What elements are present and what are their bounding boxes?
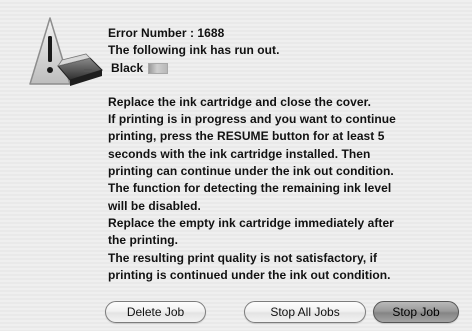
button-bar: Delete Job Stop All Jobs Stop Job — [0, 301, 472, 323]
error-number: Error Number : 1688 — [108, 26, 225, 40]
warning-printer-icon — [29, 17, 103, 86]
body-line: the printing. — [108, 233, 178, 248]
ink-ran-out-text: The following ink has run out. — [108, 43, 280, 58]
body-line: printing can continue under the ink out … — [108, 164, 394, 179]
body-line: If printing is in progress and you want … — [108, 112, 396, 127]
body-line: Replace the ink cartridge and close the … — [108, 94, 372, 109]
ink-item: Black — [108, 60, 460, 77]
body-line: printing is continued under the ink out … — [108, 267, 391, 282]
body-line: Replace the empty ink cartridge immediat… — [108, 215, 394, 230]
body-line: The resulting print quality is not satis… — [108, 250, 378, 265]
ink-error-dialog: Error Number : 1688 The following ink ha… — [0, 0, 472, 331]
body-line: seconds with the ink cartridge installed… — [108, 146, 371, 161]
ink-name: Black — [111, 60, 144, 75]
body-line: printing, press the RESUME button for at… — [108, 129, 385, 144]
body-line: The function for detecting the remaining… — [108, 181, 392, 196]
delete-job-button[interactable]: Delete Job — [105, 301, 206, 323]
error-message: Error Number : 1688 The following ink ha… — [108, 25, 460, 284]
stop-job-button[interactable]: Stop Job — [373, 301, 459, 323]
ink-swatch-icon — [148, 62, 169, 74]
stop-all-jobs-button[interactable]: Stop All Jobs — [244, 301, 366, 323]
body-line: will be disabled. — [108, 198, 201, 213]
